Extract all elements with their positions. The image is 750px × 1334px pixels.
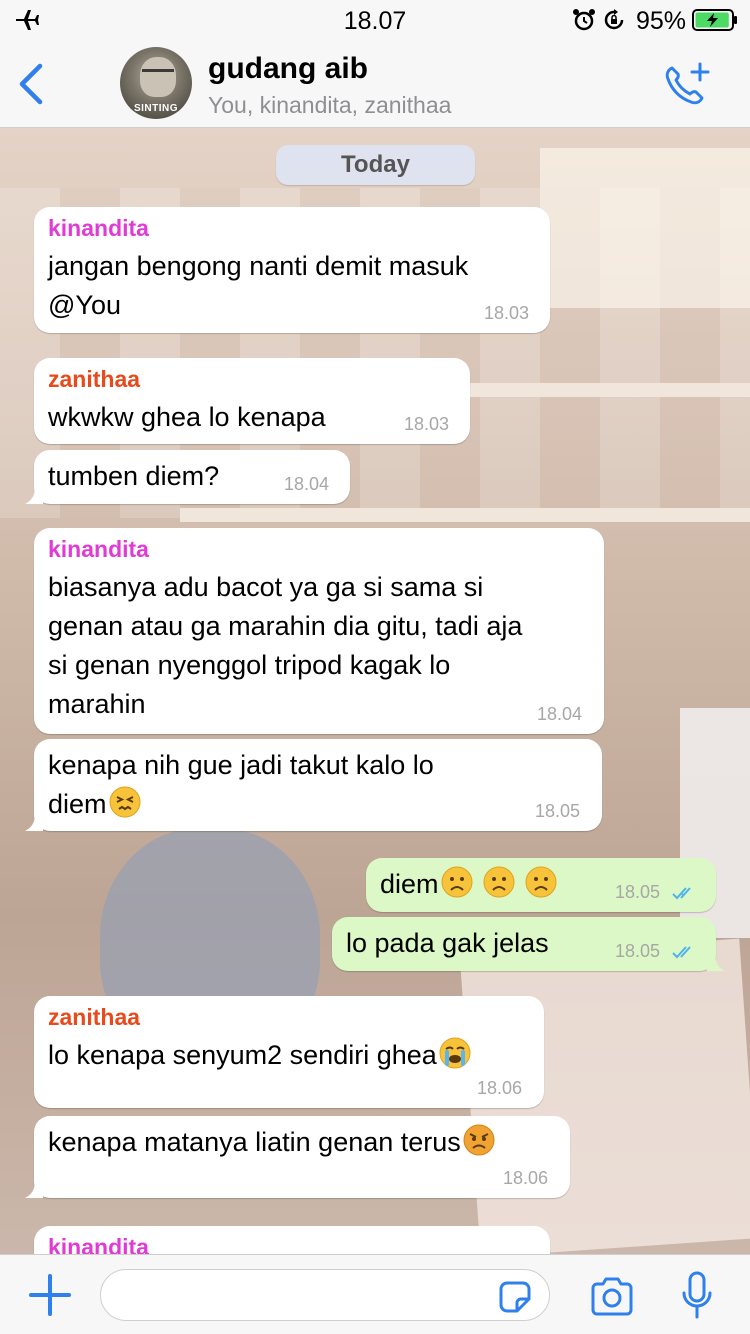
alarm-icon: [573, 9, 595, 31]
message-bubble[interactable]: zanithaa wkwkw ghea lo kenapa 18.03: [34, 358, 470, 444]
chat-area[interactable]: Today kinandita jangan bengong nanti dem…: [0, 128, 750, 1254]
message-time: 18.05: [615, 882, 661, 902]
bubble-tail: [707, 953, 725, 971]
camera-icon[interactable]: [589, 1276, 635, 1316]
message-text: lo kenapa senyum2 sendiri ghea: [48, 1036, 471, 1075]
persevering-face-emoji: [109, 786, 141, 818]
avatar-text: SINTING: [133, 103, 179, 114]
chat-title[interactable]: gudang aib: [208, 52, 368, 86]
bubble-tail: [25, 486, 43, 504]
avatar-glasses: [142, 69, 174, 77]
message-text-content: kenapa matanya liatin genan terus: [48, 1127, 461, 1157]
frowning-face-emoji: [525, 866, 557, 898]
message-time: 18.04: [537, 704, 583, 724]
back-icon[interactable]: [14, 62, 46, 106]
message-text: lo pada gak jelas: [346, 928, 549, 958]
message-time: 18.06: [477, 1078, 523, 1098]
message-bubble[interactable]: kinandita biasanya adu bacot ya ga si sa…: [34, 528, 604, 734]
battery-percent: 95%: [636, 7, 687, 35]
message-bubble[interactable]: zanithaa lo kenapa senyum2 sendiri ghea …: [34, 996, 544, 1108]
read-receipt-icon: [672, 946, 691, 959]
message-bubble-outgoing[interactable]: lo pada gak jelas 18.05: [332, 917, 725, 971]
chat-subtitle[interactable]: You, kinandita, zanithaa: [208, 92, 451, 119]
wallpaper-shelf: [180, 508, 750, 522]
microphone-icon[interactable]: [680, 1271, 714, 1321]
message-sender: kinandita: [48, 215, 149, 241]
sticker-icon[interactable]: [497, 1279, 533, 1315]
message-time: 18.05: [615, 941, 661, 961]
crying-face-emoji: [439, 1037, 471, 1069]
input-bar: [0, 1254, 750, 1334]
message-bubble[interactable]: tumben diem? 18.04: [25, 450, 350, 504]
message-time: 18.03: [404, 414, 450, 434]
status-bar: 18.07 95%: [0, 0, 750, 40]
frowning-face-emoji: [483, 866, 515, 898]
message-input[interactable]: [100, 1269, 550, 1321]
message-text-content: diem: [380, 869, 439, 899]
message-text: wkwkw ghea lo kenapa: [48, 402, 326, 432]
message-time: 18.03: [484, 303, 530, 323]
plus-icon[interactable]: [28, 1273, 72, 1317]
message-sender: kinandita: [48, 1234, 149, 1254]
message-text-content: kenapa nih gue jadi takut kalo lo diem: [48, 750, 434, 819]
message-bubble[interactable]: kenapa nih gue jadi takut kalo lo diem 1…: [25, 739, 602, 831]
avatar-face: [140, 57, 176, 97]
message-time: 18.04: [284, 474, 330, 494]
message-sender: kinandita: [48, 536, 149, 562]
rotation-lock-icon: [604, 9, 624, 30]
bubble-tail: [25, 813, 43, 831]
read-receipt-icon: [672, 887, 691, 900]
wallpaper-window: [540, 148, 750, 308]
date-separator: Today: [276, 145, 475, 185]
message-text: kenapa nih gue jadi takut kalo lo diem: [48, 746, 434, 824]
message-time: 18.05: [535, 801, 581, 821]
message-text-content: lo kenapa senyum2 sendiri ghea: [48, 1040, 437, 1070]
message-text: diem: [380, 865, 557, 904]
message-text: jangan bengong nanti demit masuk @You: [48, 251, 469, 320]
message-text: biasanya adu bacot ya ga si sama si gena…: [48, 572, 523, 719]
battery-icon: [692, 9, 737, 31]
message-sender: zanithaa: [48, 1004, 141, 1030]
message-time: 18.06: [503, 1168, 549, 1188]
message-bubble[interactable]: kinandita: [34, 1226, 550, 1254]
message-text: kenapa matanya liatin genan terus: [48, 1123, 495, 1162]
group-avatar[interactable]: SINTING: [120, 47, 192, 119]
angry-face-emoji: [463, 1124, 495, 1156]
message-sender: zanithaa: [48, 366, 141, 392]
message-bubble[interactable]: kinandita jangan bengong nanti demit mas…: [34, 207, 550, 333]
message-text: tumben diem?: [48, 461, 220, 491]
chat-header: SINTING gudang aib You, kinandita, zanit…: [0, 40, 750, 128]
frowning-face-emoji: [441, 866, 473, 898]
add-call-icon[interactable]: [662, 60, 712, 108]
message-bubble[interactable]: kenapa matanya liatin genan terus 18.06: [25, 1116, 570, 1198]
bubble-tail: [25, 1180, 43, 1198]
message-bubble-outgoing[interactable]: diem 18.05: [366, 858, 716, 912]
wallpaper-shelf: [470, 383, 750, 397]
